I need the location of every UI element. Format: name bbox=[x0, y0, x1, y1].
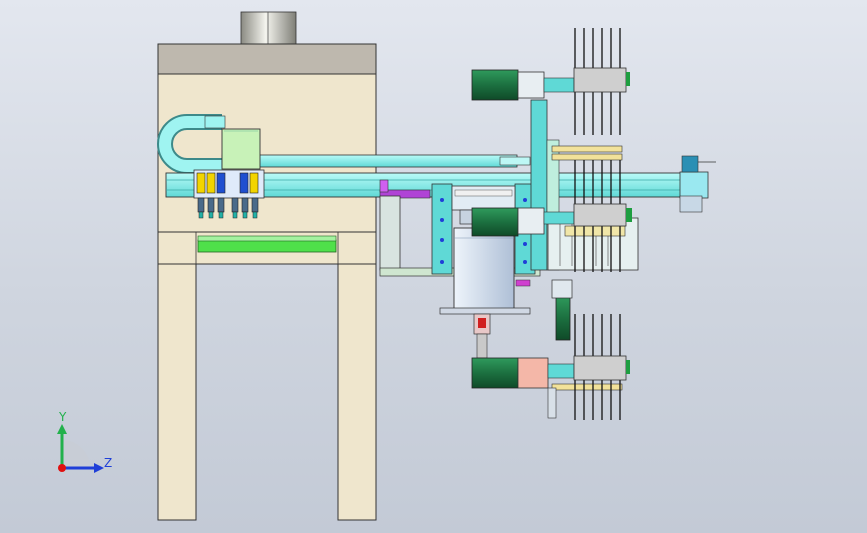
main-frame bbox=[157, 11, 377, 521]
frame-body bbox=[157, 73, 377, 233]
frame-leg-right bbox=[337, 263, 377, 521]
top-exhaust-cylinder bbox=[240, 11, 297, 46]
motor-unit-top bbox=[471, 67, 630, 101]
upper-cyan-rail bbox=[221, 154, 518, 168]
frame-top-cap bbox=[157, 43, 377, 75]
assembly-drawing bbox=[57, 11, 716, 521]
x-axis-dot bbox=[58, 464, 66, 472]
green-crossbar bbox=[197, 239, 337, 253]
cad-viewport[interactable]: Y Z bbox=[0, 0, 867, 533]
frame-leg-left bbox=[157, 263, 197, 521]
y-axis-label: Y bbox=[59, 410, 67, 424]
axis-triad bbox=[57, 424, 104, 473]
z-axis-label: Z bbox=[104, 456, 113, 470]
center-carriage bbox=[379, 179, 541, 359]
lower-vertical-motor bbox=[547, 279, 573, 419]
control-panel-box bbox=[221, 128, 261, 170]
motor-unit-bottom bbox=[471, 355, 630, 389]
central-gearbox bbox=[453, 227, 515, 313]
